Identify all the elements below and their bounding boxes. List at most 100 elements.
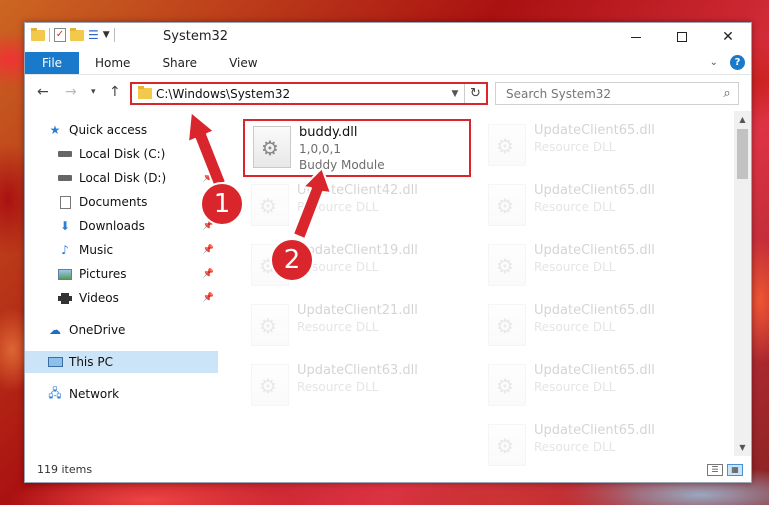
up-arrow-icon[interactable]: ↑ <box>109 84 121 100</box>
file-description: Resource DLL <box>534 140 616 154</box>
nav-item-label: Network <box>69 387 120 401</box>
file-name: UpdateClient65.dll <box>534 303 655 318</box>
dll-file-icon <box>488 304 526 346</box>
file-description: Resource DLL <box>297 260 379 274</box>
file-name: UpdateClient42.dll <box>297 183 418 198</box>
file-tile[interactable]: UpdateClient65.dll Resource DLL <box>480 119 705 175</box>
cloud-icon: ☁ <box>49 323 61 337</box>
dll-file-icon <box>251 304 289 346</box>
nav-item-pictures[interactable]: Pictures 📌 <box>25 263 218 285</box>
close-icon: ✕ <box>722 29 734 45</box>
dll-file-icon <box>251 184 289 226</box>
dll-file-icon <box>253 126 291 168</box>
nav-item-local-disk-d[interactable]: Local Disk (D:) 📌 <box>25 167 218 189</box>
scroll-up-icon[interactable]: ▲ <box>734 111 751 128</box>
drive-icon <box>57 171 73 185</box>
view-switcher: ☰ ▦ <box>707 464 743 476</box>
file-description: Buddy Module <box>299 158 385 172</box>
tiles-view-icon[interactable]: ▦ <box>727 464 743 476</box>
maximize-button[interactable] <box>659 23 705 51</box>
chevron-down-icon[interactable]: ▼ <box>103 30 110 40</box>
dll-file-icon <box>488 184 526 226</box>
documents-icon <box>57 195 73 209</box>
toolbar-divider <box>49 28 50 42</box>
window-title: System32 <box>163 29 229 44</box>
pin-icon[interactable]: 📌 <box>203 269 214 279</box>
file-name: UpdateClient19.dll <box>297 243 418 258</box>
step-badge-1: 1 <box>200 182 244 226</box>
back-arrow-icon[interactable]: ← <box>37 84 49 100</box>
nav-item-label: OneDrive <box>69 323 126 337</box>
nav-item-documents[interactable]: Documents 📌 <box>25 191 218 213</box>
nav-item-videos[interactable]: Videos 📌 <box>25 287 218 309</box>
file-tile[interactable]: UpdateClient65.dll Resource DLL <box>480 359 705 415</box>
details-view-icon[interactable]: ☰ <box>707 464 723 476</box>
pin-icon[interactable]: 📌 <box>203 293 214 303</box>
file-list: buddy.dll 1,0,0,1 Buddy Module UpdateCli… <box>230 111 735 466</box>
folder-icon <box>31 27 45 41</box>
nav-item-downloads[interactable]: ⬇ Downloads 📌 <box>25 215 218 237</box>
nav-item-quick-access[interactable]: ★ Quick access <box>25 119 218 141</box>
search-icon[interactable]: ⌕ <box>716 86 738 101</box>
file-description: Resource DLL <box>534 320 616 334</box>
nav-item-onedrive[interactable]: ☁ OneDrive <box>25 319 218 341</box>
recent-locations-icon[interactable]: ▾ <box>91 87 96 97</box>
nav-item-label: Quick access <box>69 123 148 137</box>
nav-item-label: Videos <box>79 291 119 305</box>
search-box[interactable]: ⌕ <box>495 82 739 105</box>
address-path[interactable]: C:\Windows\System32 <box>156 87 446 101</box>
ribbon: File Home Share View ⌄ ? <box>25 51 751 75</box>
dll-file-icon <box>488 124 526 166</box>
tab-file[interactable]: File <box>25 52 79 74</box>
dll-file-icon <box>488 244 526 286</box>
search-input[interactable] <box>506 86 716 101</box>
file-name: UpdateClient65.dll <box>534 423 655 438</box>
downloads-icon: ⬇ <box>59 219 71 233</box>
close-button[interactable]: ✕ <box>705 23 751 51</box>
file-name: buddy.dll <box>299 125 358 140</box>
file-tile[interactable]: UpdateClient65.dll Resource DLL <box>480 239 705 295</box>
file-name: UpdateClient21.dll <box>297 303 418 318</box>
file-name: UpdateClient65.dll <box>534 123 655 138</box>
new-folder-icon[interactable] <box>70 27 84 41</box>
minimize-button[interactable] <box>613 23 659 51</box>
nav-item-music[interactable]: ♪ Music 📌 <box>25 239 218 261</box>
file-tile[interactable]: UpdateClient21.dll Resource DLL <box>243 299 468 355</box>
ribbon-right: ⌄ ? <box>710 55 745 70</box>
nav-item-label: Pictures <box>79 267 127 281</box>
file-tile[interactable]: UpdateClient65.dll Resource DLL <box>480 299 705 355</box>
customize-icon[interactable]: ☰ <box>88 28 99 42</box>
file-tile-buddy-dll[interactable]: buddy.dll 1,0,0,1 Buddy Module <box>243 119 471 177</box>
scroll-thumb[interactable] <box>737 129 748 179</box>
nav-item-network[interactable]: 🖧 Network <box>25 383 218 405</box>
title-bar: ✓ ☰ ▼ System32 ✕ <box>25 23 751 51</box>
properties-check-icon[interactable]: ✓ <box>54 28 66 42</box>
forward-arrow-icon[interactable]: → <box>65 84 77 100</box>
pin-icon[interactable]: 📌 <box>203 173 214 183</box>
videos-icon <box>57 291 73 305</box>
file-tile[interactable]: UpdateClient42.dll Resource DLL <box>243 179 468 235</box>
file-version: 1,0,0,1 <box>299 142 341 156</box>
expand-ribbon-icon[interactable]: ⌄ <box>710 57 718 68</box>
nav-item-label: Local Disk (C:) <box>79 147 166 161</box>
file-description: Resource DLL <box>534 380 616 394</box>
tab-view[interactable]: View <box>213 52 273 74</box>
toolbar-divider <box>113 28 115 42</box>
chevron-down-icon[interactable]: ▼ <box>446 89 464 99</box>
nav-item-local-disk-c[interactable]: Local Disk (C:) <box>25 143 218 165</box>
tab-home[interactable]: Home <box>79 52 146 74</box>
nav-item-label: Documents <box>79 195 148 209</box>
file-tile[interactable]: UpdateClient63.dll Resource DLL <box>243 359 468 415</box>
scroll-down-icon[interactable]: ▼ <box>734 439 751 456</box>
tab-share[interactable]: Share <box>146 52 213 74</box>
vertical-scrollbar[interactable]: ▲ ▼ <box>734 111 751 456</box>
address-bar[interactable]: C:\Windows\System32 ▼ ↻ <box>130 82 488 105</box>
help-icon[interactable]: ? <box>730 55 745 70</box>
refresh-icon[interactable]: ↻ <box>464 84 486 103</box>
nav-item-label: This PC <box>69 355 113 369</box>
pin-icon[interactable]: 📌 <box>203 245 214 255</box>
file-tile[interactable]: UpdateClient65.dll Resource DLL <box>480 179 705 235</box>
file-name: UpdateClient65.dll <box>534 183 655 198</box>
folder-icon <box>138 86 152 99</box>
nav-item-this-pc[interactable]: This PC <box>25 351 218 373</box>
